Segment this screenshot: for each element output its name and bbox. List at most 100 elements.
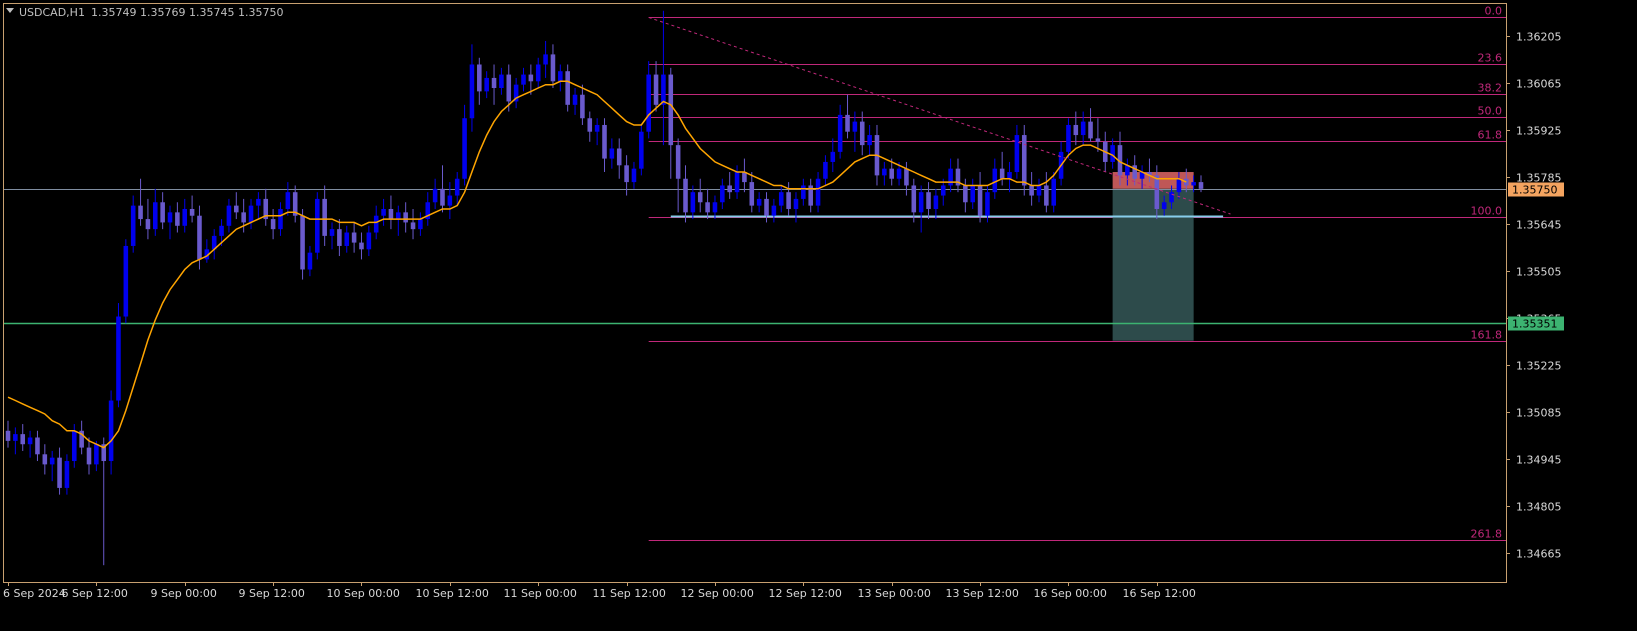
candle-body <box>270 219 276 230</box>
candle-body <box>918 192 924 213</box>
candle-body <box>167 212 173 223</box>
candle <box>565 64 570 112</box>
candle-body <box>322 198 327 236</box>
time-tick-label: 12 Sep 00:00 <box>681 587 754 600</box>
candle-body <box>1095 138 1101 142</box>
candle-body <box>1154 175 1160 209</box>
price-tick-label: 1.35085 <box>1516 407 1562 420</box>
candle <box>123 239 129 324</box>
price-tick-label: 1.36205 <box>1516 31 1562 44</box>
candle-body <box>57 457 62 488</box>
candle-body <box>1044 185 1049 206</box>
candle-body <box>977 185 983 216</box>
candle-body <box>1029 185 1034 196</box>
candle-body <box>690 192 696 213</box>
candle-body <box>440 188 445 206</box>
candle-body <box>889 168 894 179</box>
price-tick-label: 1.36065 <box>1516 78 1562 91</box>
candle-body <box>535 64 541 82</box>
candle-body <box>572 94 578 105</box>
candle-body <box>469 64 475 119</box>
symbol-label: USDCAD,H1 <box>19 6 85 19</box>
time-tick-label: 13 Sep 12:00 <box>946 587 1019 600</box>
candle-body <box>528 74 534 82</box>
price-tick-label: 1.34805 <box>1516 501 1562 514</box>
candle-body <box>337 229 342 246</box>
candle-body <box>351 232 357 243</box>
candle-body <box>1176 178 1182 193</box>
candle-body <box>639 131 644 169</box>
candle-body <box>756 198 762 206</box>
candle-body <box>712 202 718 213</box>
position-tool[interactable] <box>1112 172 1194 341</box>
time-tick-label: 16 Sep 12:00 <box>1123 587 1196 600</box>
candle-body <box>970 185 975 203</box>
time-tick-label: 16 Sep 00:00 <box>1034 587 1107 600</box>
candle-body <box>786 192 791 209</box>
candle-body <box>999 168 1005 179</box>
candle-body <box>64 461 70 488</box>
candle-body <box>484 77 489 92</box>
candle-body <box>727 185 732 193</box>
time-tick-label: 9 Sep 00:00 <box>151 587 217 600</box>
candle-body <box>602 124 607 159</box>
candle-body <box>160 202 165 223</box>
candle <box>639 124 644 176</box>
reward-box <box>1112 188 1194 341</box>
candle-body <box>447 195 453 206</box>
price-tick-label: 1.35645 <box>1516 219 1562 232</box>
fib-level-label: 23.6 <box>1478 52 1503 65</box>
candle-body <box>42 454 48 465</box>
time-tick-label: 10 Sep 12:00 <box>416 587 489 600</box>
candle-body <box>933 195 939 209</box>
candle-body <box>904 168 909 186</box>
candle-body <box>108 400 114 462</box>
fib-level-label: 161.8 <box>1471 329 1503 342</box>
fib-level-label: 61.8 <box>1478 129 1503 142</box>
candle-body <box>5 430 11 441</box>
candle-body <box>948 168 953 186</box>
candle-body <box>940 185 946 196</box>
time-tick-label: 13 Sep 00:00 <box>858 587 931 600</box>
candle-body <box>720 185 725 203</box>
candle-body <box>705 202 710 213</box>
candle-body <box>616 148 622 166</box>
time-tick-label: 11 Sep 00:00 <box>504 587 577 600</box>
candle-body <box>661 74 666 105</box>
candle-body <box>116 316 121 401</box>
candle-body <box>285 192 291 209</box>
candle-body <box>71 430 77 462</box>
candle-body <box>653 74 659 105</box>
candle-body <box>624 165 629 183</box>
candle-body <box>1007 172 1012 179</box>
candle-body <box>749 182 755 206</box>
candle-body <box>823 161 828 179</box>
candle-body <box>130 205 136 246</box>
candle-body <box>837 114 843 152</box>
time-tick-label: 11 Sep 12:00 <box>593 587 666 600</box>
candle-body <box>189 208 195 216</box>
chart-header: USDCAD,H1 1.35749 1.35769 1.35745 1.3575… <box>6 6 283 19</box>
candle-body <box>668 74 674 146</box>
price-chart[interactable]: 0.0 23.6 38.2 50.0 61.8 100.0 161.8 261.8 1.362… <box>0 0 1637 631</box>
candle-body <box>793 198 799 209</box>
candle-body <box>845 114 850 132</box>
candle-body <box>226 205 232 226</box>
candle-body <box>521 74 526 85</box>
candle-body <box>477 64 482 92</box>
candle-body <box>300 215 305 270</box>
candle-body <box>27 437 33 445</box>
candle-body <box>683 178 688 213</box>
candle-body <box>432 188 438 203</box>
candle-body <box>543 54 548 65</box>
candle-body <box>867 135 872 146</box>
candle-body <box>580 94 585 119</box>
candle-body <box>388 208 394 220</box>
candle-body <box>329 229 335 236</box>
target-price-badge-label: 1.35351 <box>1512 318 1558 331</box>
price-tick-label: 1.35505 <box>1516 266 1562 279</box>
candle-body <box>1088 121 1093 139</box>
candle-body <box>963 185 968 203</box>
candle-body <box>1051 178 1056 206</box>
candle-body <box>815 178 821 206</box>
